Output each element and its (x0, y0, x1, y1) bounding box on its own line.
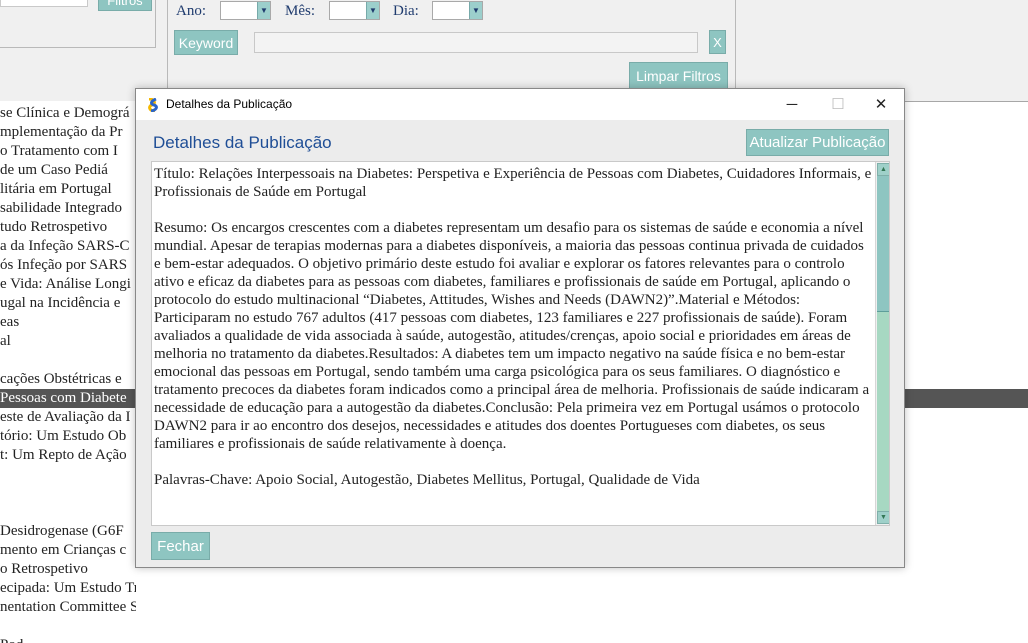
app-icon (148, 98, 158, 112)
scroll-down-arrow-icon[interactable]: ▼ (877, 511, 889, 524)
list-item[interactable]: Desidrogenase (G6F (0, 522, 124, 541)
dia-select[interactable]: ▼ (432, 1, 483, 20)
list-item[interactable]: mplementação da Pr (0, 123, 122, 142)
list-item[interactable]: este de Avaliação da I (0, 408, 131, 427)
list-item[interactable]: Pessoas com Diabete (0, 389, 136, 408)
list-item[interactable]: tório: Um Estudo Ob (0, 427, 126, 446)
scroll-up-arrow-icon[interactable]: ▲ (877, 163, 889, 176)
list-item[interactable]: litária em Portugal (0, 180, 112, 199)
list-item[interactable]: cações Obstétricas e (0, 370, 122, 389)
list-item[interactable]: de um Caso Pediá (0, 161, 108, 180)
list-item[interactable]: ós Infeção por SARS (0, 256, 127, 275)
list-item[interactable]: ecipada: Um Estudo Transversal (0, 579, 136, 598)
chevron-down-icon[interactable]: ▼ (257, 2, 270, 19)
publication-list: se Clínica e Demográ mplementação da Pr o … (0, 101, 136, 643)
dialog-heading: Detalhes da Publicação (153, 133, 332, 152)
selected-row-highlight (905, 389, 1028, 408)
scrollbar-thumb[interactable] (877, 176, 889, 312)
list-item[interactable]: mento em Crianças c (0, 541, 126, 560)
list-item[interactable]: Pod (0, 636, 23, 643)
clear-filters-button[interactable]: Limpar Filtros (629, 62, 728, 89)
update-publication-button[interactable]: Atualizar Publicação (746, 129, 889, 156)
mes-select[interactable]: ▼ (329, 1, 380, 20)
close-window-button[interactable]: ✕ (858, 89, 904, 120)
list-item[interactable]: t: Um Repto de Ação (0, 446, 127, 465)
minimize-icon: ─ (786, 96, 798, 113)
list-item[interactable]: o Retrospetivo (0, 560, 88, 579)
vertical-scrollbar[interactable]: ▲ ▼ (875, 162, 889, 525)
list-item[interactable]: a da Infeção SARS-C (0, 237, 130, 256)
title-text: Título: Relações Interpessoais na Diabet… (154, 166, 872, 200)
list-item[interactable]: al (0, 332, 11, 351)
keyword-input[interactable] (254, 32, 698, 53)
search-input[interactable] (0, 0, 88, 7)
dialog-titlebar[interactable]: Detalhes da Publicação ─ ☐ ✕ (136, 89, 904, 120)
search-panel: Filtros (0, 0, 156, 48)
list-item[interactable]: e Vida: Análise Longi (0, 275, 131, 294)
filter-panel: Ano: ▼ Mês: ▼ Dia: ▼ Keyword X Limpar Fi… (167, 0, 736, 95)
list-item[interactable]: ugal na Incidência e (0, 294, 120, 313)
mes-label: Mês: (285, 3, 315, 19)
filter-button[interactable]: Filtros (98, 0, 152, 11)
list-item[interactable]: nentation Committee Score para Português (0, 598, 136, 617)
list-item[interactable]: o Tratamento com I (0, 142, 118, 161)
close-button[interactable]: Fechar (151, 532, 210, 560)
ano-select[interactable]: ▼ (220, 1, 271, 20)
details-content: Título: Relações Interpessoais na Diabet… (154, 165, 872, 507)
list-item[interactable]: tudo Retrospetivo (0, 218, 107, 237)
details-textbox[interactable]: Título: Relações Interpessoais na Diabet… (151, 161, 890, 526)
list-item[interactable]: sabilidade Integrado (0, 199, 122, 218)
minimize-button[interactable]: ─ (769, 89, 815, 120)
keyword-button[interactable]: Keyword (174, 30, 238, 55)
dia-label: Dia: (393, 3, 419, 19)
close-icon: ✕ (874, 96, 888, 113)
clear-keyword-button[interactable]: X (709, 30, 726, 54)
keywords-text: Palavras-Chave: Apoio Social, Autogestão… (154, 472, 700, 488)
maximize-icon: ☐ (831, 96, 845, 113)
list-item[interactable]: se Clínica e Demográ (0, 104, 130, 123)
publication-details-dialog: Detalhes da Publicação ─ ☐ ✕ Detalhes da… (135, 88, 905, 568)
chevron-down-icon[interactable]: ▼ (366, 2, 379, 19)
ano-label: Ano: (176, 3, 206, 19)
chevron-down-icon[interactable]: ▼ (469, 2, 482, 19)
maximize-button[interactable]: ☐ (815, 89, 861, 120)
list-item[interactable]: eas (0, 313, 19, 332)
window-title: Detalhes da Publicação (166, 97, 293, 111)
abstract-text: Resumo: Os encargos crescentes com a dia… (154, 220, 870, 452)
